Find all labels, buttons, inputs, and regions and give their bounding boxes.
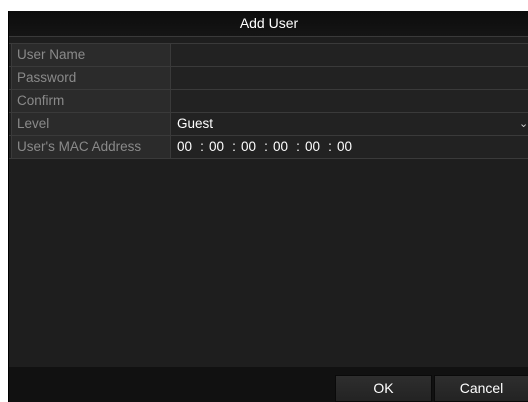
- dialog-title: Add User: [9, 11, 528, 37]
- mac-segment-5[interactable]: 00: [305, 136, 323, 158]
- mac-separator: :: [200, 139, 204, 154]
- user-name-label: User Name: [11, 44, 171, 66]
- mac-segment-1[interactable]: 00: [177, 136, 195, 158]
- chevron-down-icon[interactable]: ⌄: [519, 113, 528, 135]
- mac-address-label: User's MAC Address: [11, 136, 171, 158]
- user-name-row: User Name: [9, 43, 528, 66]
- ok-button[interactable]: OK: [335, 375, 432, 402]
- confirm-input[interactable]: [177, 90, 528, 112]
- password-row: Password: [9, 66, 528, 89]
- password-label: Password: [11, 67, 171, 89]
- level-label: Level: [11, 113, 171, 135]
- password-input[interactable]: [177, 67, 528, 89]
- mac-segment-2[interactable]: 00: [209, 136, 227, 158]
- mac-address-row: User's MAC Address 00 : 00 : 00 : 00 : 0…: [9, 135, 528, 159]
- user-form: User Name Password Confirm Level Guest ⌄: [9, 43, 528, 159]
- mac-segment-4[interactable]: 00: [273, 136, 291, 158]
- dialog-footer: OK Cancel: [9, 367, 528, 402]
- mac-separator: :: [328, 139, 332, 154]
- level-select[interactable]: Guest ⌄: [171, 113, 528, 135]
- confirm-label: Confirm: [11, 90, 171, 112]
- mac-segment-3[interactable]: 00: [241, 136, 259, 158]
- mac-separator: :: [232, 139, 236, 154]
- level-row: Level Guest ⌄: [9, 112, 528, 135]
- user-name-input[interactable]: [177, 44, 528, 66]
- add-user-dialog: Add User User Name Password Confirm Leve…: [8, 11, 528, 402]
- confirm-field[interactable]: [171, 90, 528, 112]
- mac-separator: :: [296, 139, 300, 154]
- mac-segment-6[interactable]: 00: [337, 136, 355, 158]
- user-name-field[interactable]: [171, 44, 528, 66]
- mac-address-field[interactable]: 00 : 00 : 00 : 00 : 00 : 00: [171, 136, 528, 158]
- mac-separator: :: [264, 139, 268, 154]
- confirm-row: Confirm: [9, 89, 528, 112]
- password-field[interactable]: [171, 67, 528, 89]
- cancel-button[interactable]: Cancel: [434, 375, 528, 402]
- level-value: Guest: [177, 116, 214, 131]
